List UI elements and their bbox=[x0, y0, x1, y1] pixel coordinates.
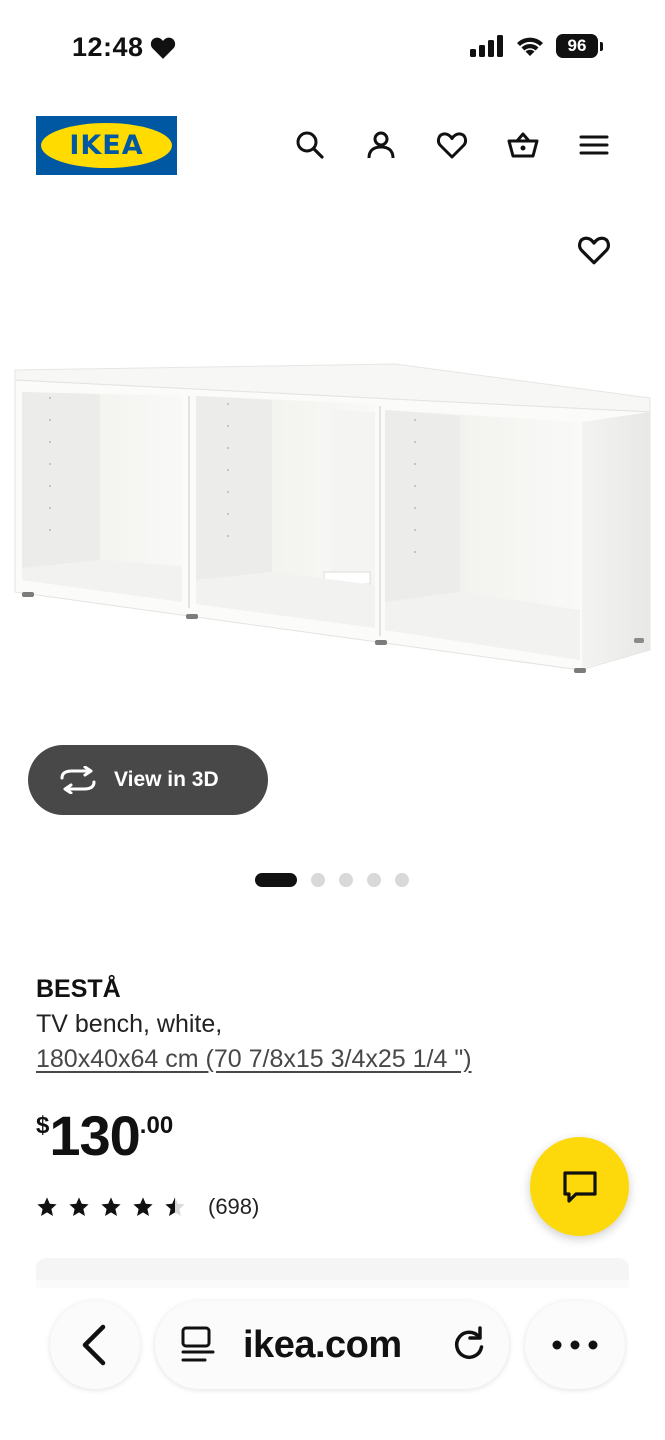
product-price: $ 130 .00 bbox=[36, 1106, 173, 1166]
carousel-dot-2[interactable] bbox=[311, 873, 325, 887]
logo-text: IKEA bbox=[69, 130, 144, 161]
menu-icon[interactable] bbox=[577, 128, 611, 162]
chat-button[interactable] bbox=[530, 1137, 629, 1236]
heart-outline-icon bbox=[578, 236, 610, 265]
ikea-logo[interactable]: IKEA bbox=[36, 116, 177, 175]
basket-icon[interactable] bbox=[506, 128, 540, 162]
star-full-icon bbox=[133, 1197, 153, 1216]
price-decimal: .00 bbox=[139, 1112, 174, 1139]
heart-icon[interactable] bbox=[435, 128, 469, 162]
heart-status-icon bbox=[150, 37, 175, 59]
browser-toolbar: ikea.com bbox=[0, 1280, 665, 1440]
search-icon[interactable] bbox=[293, 128, 327, 162]
chat-bubble-icon bbox=[562, 1170, 597, 1203]
cellular-signal-icon bbox=[470, 35, 503, 57]
status-bar: 12:48 96 bbox=[0, 0, 665, 96]
url-text: ikea.com bbox=[243, 1323, 402, 1366]
more-dots-icon bbox=[552, 1340, 598, 1350]
price-whole: 130 bbox=[49, 1104, 140, 1167]
star-full-icon bbox=[37, 1197, 57, 1216]
review-count: (698) bbox=[208, 1194, 260, 1219]
product-rating[interactable]: (698) bbox=[36, 1194, 259, 1220]
carousel-dot-5[interactable] bbox=[395, 873, 409, 887]
chevron-left-icon bbox=[82, 1324, 106, 1366]
price-currency: $ bbox=[36, 1112, 50, 1139]
browser-more-button[interactable] bbox=[525, 1301, 625, 1389]
carousel-dot-3[interactable] bbox=[339, 873, 353, 887]
product-name: BESTÅ bbox=[36, 975, 121, 1003]
status-time: 12:48 bbox=[72, 32, 176, 63]
status-icons: 96 bbox=[470, 34, 603, 58]
carousel-dot-4[interactable] bbox=[367, 873, 381, 887]
carousel-dot-1[interactable] bbox=[255, 873, 297, 887]
product-image[interactable] bbox=[10, 340, 658, 680]
page-menu-icon bbox=[181, 1326, 215, 1362]
wifi-icon bbox=[517, 37, 543, 56]
battery-level: 96 bbox=[556, 34, 598, 58]
account-icon[interactable] bbox=[364, 128, 398, 162]
star-full-icon bbox=[101, 1197, 121, 1216]
site-header: IKEA bbox=[0, 100, 665, 190]
view-in-3d-label: View in 3D bbox=[114, 768, 219, 791]
battery-icon: 96 bbox=[556, 34, 603, 58]
star-full-icon bbox=[69, 1197, 89, 1216]
star-half-icon bbox=[165, 1197, 185, 1216]
add-to-favourites-button[interactable] bbox=[575, 231, 613, 269]
image-carousel-indicator bbox=[255, 872, 409, 888]
reload-icon[interactable] bbox=[449, 1325, 489, 1365]
product-description: TV bench, white, bbox=[36, 1010, 223, 1038]
view-in-3d-button[interactable]: View in 3D bbox=[28, 745, 268, 815]
clock-label: 12:48 bbox=[72, 32, 144, 62]
address-bar[interactable]: ikea.com bbox=[155, 1301, 509, 1389]
rotate-3d-icon bbox=[60, 766, 96, 794]
browser-back-button[interactable] bbox=[50, 1301, 140, 1389]
product-size-link[interactable]: 180x40x64 cm (70 7/8x15 3/4x25 1/4 ") bbox=[36, 1045, 472, 1074]
